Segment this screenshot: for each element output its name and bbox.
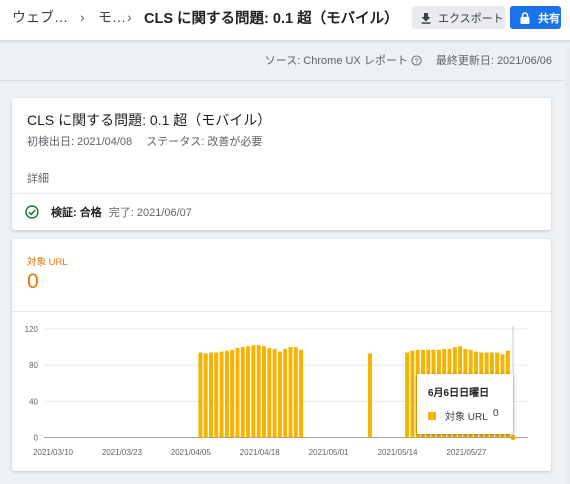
y-tick-label: 80 xyxy=(29,361,38,370)
x-tick-label: 2021/05/14 xyxy=(377,448,418,457)
y-tick-label: 40 xyxy=(29,397,38,406)
tooltip-date: 6月6日日曜日 xyxy=(428,388,490,399)
tooltip-value: 0 xyxy=(493,408,499,419)
x-tick-label: 2021/05/01 xyxy=(309,448,350,457)
chart-bar xyxy=(267,347,272,438)
chart-bar xyxy=(209,352,213,438)
chart-bar xyxy=(235,347,240,438)
chart-bar xyxy=(214,352,219,438)
chart-bar xyxy=(198,352,203,438)
chart-bar xyxy=(368,353,372,438)
chart-bar xyxy=(288,347,293,438)
page-scrollbar[interactable] xyxy=(566,48,570,484)
chart-bar xyxy=(283,348,288,438)
chart-bar xyxy=(203,353,208,438)
chart-bar xyxy=(251,345,256,438)
tooltip-row: 対象 URL xyxy=(428,408,488,423)
tooltip-series-label: 対象 URL xyxy=(445,412,488,423)
chart-bar xyxy=(262,346,266,438)
series-swatch xyxy=(428,411,436,420)
x-tick-label: 2021/04/05 xyxy=(171,448,212,457)
chart-bar xyxy=(224,350,229,438)
chart-bar xyxy=(219,351,224,438)
y-tick-label: 0 xyxy=(34,434,39,443)
chart-bar xyxy=(410,350,415,438)
chart-bar xyxy=(240,347,245,438)
chart-bar xyxy=(230,349,235,438)
chart-bar xyxy=(277,351,282,438)
chart-bar xyxy=(256,345,261,438)
x-tick-label: 2021/05/27 xyxy=(446,448,487,457)
chart-bar xyxy=(293,347,298,438)
hover-point xyxy=(510,434,516,441)
chart-bar xyxy=(272,348,277,438)
x-tick-label: 2021/03/23 xyxy=(102,448,143,457)
x-tick-label: 2021/03/10 xyxy=(33,448,74,457)
x-tick-label: 2021/04/18 xyxy=(240,448,281,457)
chart-bar xyxy=(299,349,304,438)
chart-tooltip: 6月6日日曜日 対象 URL 0 xyxy=(417,374,513,434)
chart-bar xyxy=(405,352,410,438)
chart-bar xyxy=(246,346,251,438)
y-tick-label: 120 xyxy=(25,325,39,334)
